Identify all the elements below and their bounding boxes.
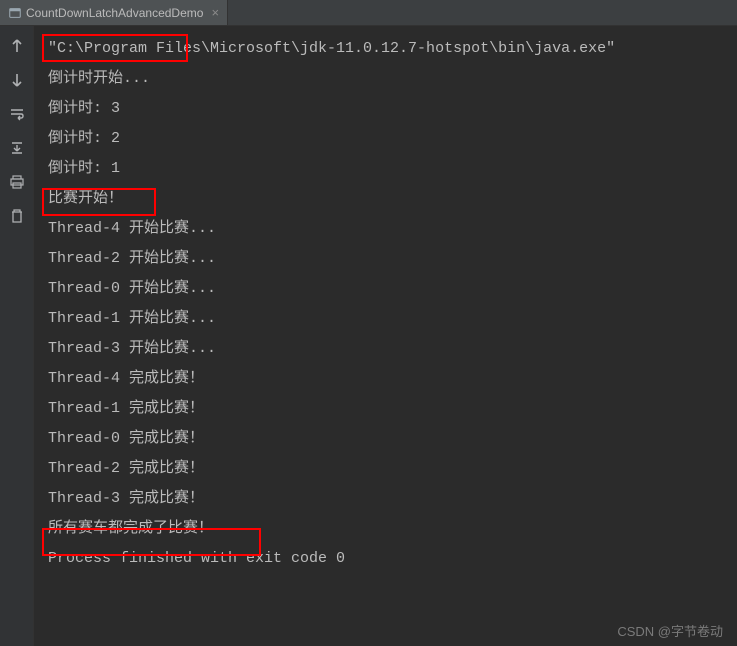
console-line: Thread-0 完成比赛！ <box>48 424 737 454</box>
console-line: 倒计时: 3 <box>48 94 737 124</box>
arrow-up-icon[interactable] <box>7 36 27 56</box>
console-output[interactable]: "C:\Program Files\Microsoft\jdk-11.0.12.… <box>34 26 737 646</box>
trash-icon[interactable] <box>7 206 27 226</box>
watermark: CSDN @字节卷动 <box>617 621 723 640</box>
run-tab[interactable]: CountDownLatchAdvancedDemo × <box>0 0 228 25</box>
console-line: Thread-4 开始比赛... <box>48 214 737 244</box>
console-line: Thread-3 完成比赛！ <box>48 484 737 514</box>
close-icon[interactable]: × <box>211 5 219 20</box>
console-line: Thread-2 完成比赛！ <box>48 454 737 484</box>
tab-bar: CountDownLatchAdvancedDemo × <box>0 0 737 26</box>
console-line: Thread-0 开始比赛... <box>48 274 737 304</box>
console-line: 倒计时: 2 <box>48 124 737 154</box>
main-area: "C:\Program Files\Microsoft\jdk-11.0.12.… <box>0 26 737 646</box>
console-line: Thread-4 完成比赛！ <box>48 364 737 394</box>
console-line: 倒计时: 1 <box>48 154 737 184</box>
arrow-down-icon[interactable] <box>7 70 27 90</box>
console-line: "C:\Program Files\Microsoft\jdk-11.0.12.… <box>48 34 737 64</box>
tab-label: CountDownLatchAdvancedDemo <box>26 6 203 20</box>
console-line: 比赛开始！ <box>48 184 737 214</box>
console-line: 倒计时开始... <box>48 64 737 94</box>
scroll-to-end-icon[interactable] <box>7 138 27 158</box>
console-line: Thread-2 开始比赛... <box>48 244 737 274</box>
console-line: Thread-3 开始比赛... <box>48 334 737 364</box>
console-line: Process finished with exit code 0 <box>48 544 737 574</box>
print-icon[interactable] <box>7 172 27 192</box>
console-line: Thread-1 完成比赛！ <box>48 394 737 424</box>
run-config-icon <box>8 6 22 20</box>
toolbar-gutter <box>0 26 34 646</box>
console-line: 所有赛车都完成了比赛！ <box>48 514 737 544</box>
soft-wrap-icon[interactable] <box>7 104 27 124</box>
console-line: Thread-1 开始比赛... <box>48 304 737 334</box>
